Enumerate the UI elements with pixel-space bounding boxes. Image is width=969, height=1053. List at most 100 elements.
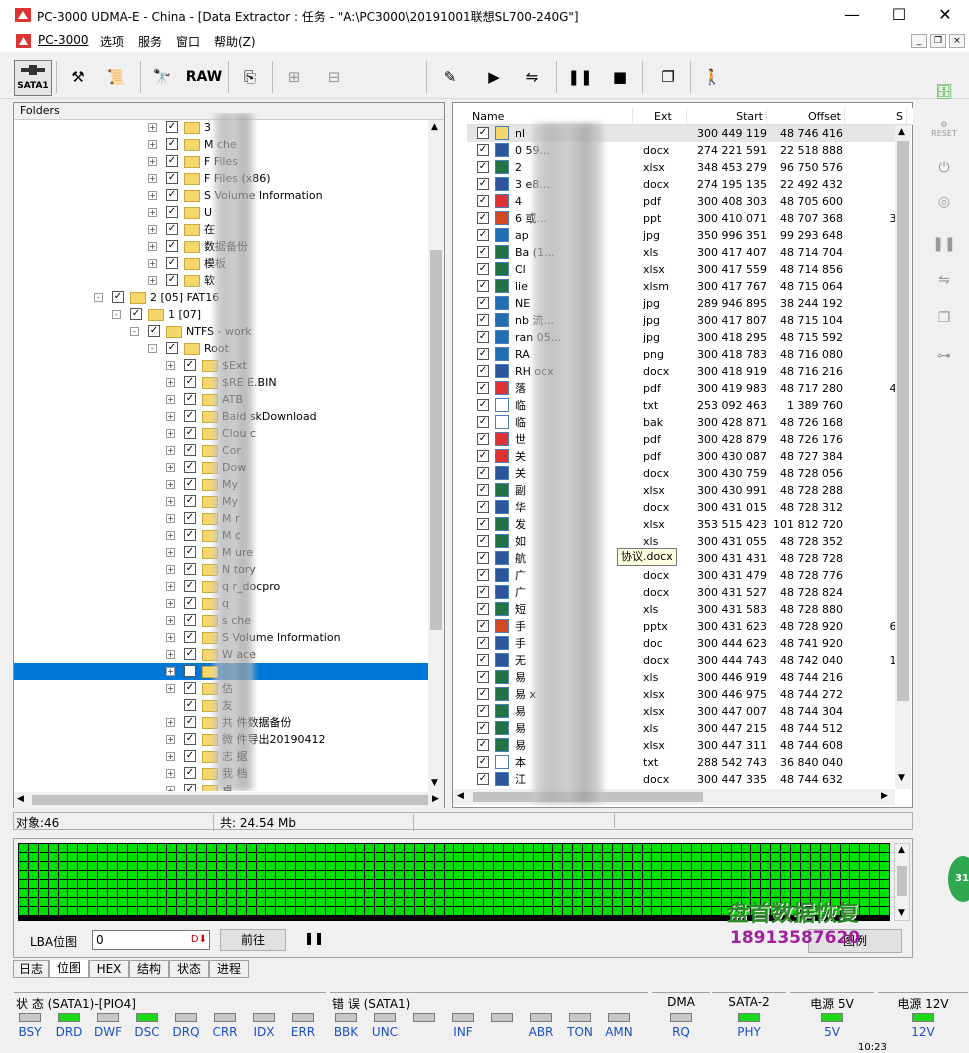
folder-checkbox[interactable]: ✓ (184, 597, 196, 609)
file-checkbox[interactable]: ✓ (477, 501, 489, 513)
pause-icon[interactable]: ❚❚ (304, 931, 324, 945)
pause-icon[interactable]: ❚❚ (926, 236, 962, 264)
file-row[interactable]: ✓航docx300 431 43148 728 728 (467, 550, 895, 567)
expand-icon[interactable]: + (148, 276, 157, 285)
file-checkbox[interactable]: ✓ (477, 280, 489, 292)
expand-icon[interactable]: + (166, 650, 175, 659)
file-checkbox[interactable]: ✓ (477, 195, 489, 207)
stop-icon[interactable]: ■ (604, 61, 636, 93)
expand-icon[interactable]: + (148, 225, 157, 234)
export-icon[interactable]: ⎘ (234, 61, 266, 93)
file-checkbox[interactable]: ✓ (477, 535, 489, 547)
file-row[interactable]: ✓ 江 docx 300 447 335 48 744 632 (467, 771, 895, 788)
scroll-right-icon[interactable]: ▶ (881, 791, 888, 801)
scroll-left-icon[interactable]: ◀ (457, 791, 464, 801)
tab-bitmap[interactable]: 位图 (49, 960, 89, 978)
folder-checkbox[interactable]: ✓ (184, 750, 196, 762)
file-row[interactable]: ✓ 临 txt 253 092 463 1 389 760 (467, 397, 895, 414)
pause-icon[interactable]: ❚❚ (564, 61, 596, 93)
file-row[interactable]: ✓Ba (1...xls300 417 40748 714 704 (467, 244, 895, 261)
folder-checkbox[interactable]: ✓ (166, 155, 178, 167)
route-icon[interactable]: ⇋ (926, 272, 962, 300)
bitmap-scroll-thumb[interactable] (897, 866, 907, 896)
folder-checkbox[interactable]: ✓ (184, 580, 196, 592)
file-checkbox[interactable]: ✓ (477, 433, 489, 445)
tree-horizontal-scrollbar[interactable]: ◀ ▶ (14, 792, 444, 808)
folder-checkbox[interactable]: ✓ (166, 257, 178, 269)
folder-checkbox[interactable]: ✓ (184, 376, 196, 388)
expand-icon[interactable]: + (166, 752, 175, 761)
folder-checkbox[interactable]: ✓ (148, 325, 160, 337)
scroll-up-icon[interactable]: ▲ (898, 845, 905, 855)
file-row[interactable]: ✓ 易 x xlsx 300 446 975 48 744 272 (467, 686, 895, 703)
expand-icon[interactable]: + (166, 412, 175, 421)
folder-checkbox[interactable]: ✓ (184, 648, 196, 660)
expand-icon[interactable]: + (166, 395, 175, 404)
folder-checkbox[interactable]: ✓ (166, 206, 178, 218)
file-row[interactable]: ✓4pdf300 408 30348 705 600S (467, 193, 895, 210)
file-row[interactable]: ✓ran 05...jpg300 418 29548 715 5922 (467, 329, 895, 346)
folder-checkbox[interactable]: ✓ (184, 393, 196, 405)
file-row[interactable]: ✓3 e8...docx274 195 13522 492 432 (467, 176, 895, 193)
expand-icon[interactable]: + (148, 242, 157, 251)
close-button[interactable]: ✕ (922, 4, 968, 26)
raw-button[interactable]: RAW (184, 61, 224, 93)
expand-icon[interactable]: + (166, 361, 175, 370)
folder-checkbox[interactable]: ✓ (184, 665, 196, 677)
menu-options[interactable]: 选项 (100, 33, 124, 50)
collapse-icon[interactable]: - (112, 310, 121, 319)
tree-vertical-scrollbar[interactable]: ▲ ▼ (428, 120, 444, 792)
file-horizontal-scrollbar[interactable]: ◀ ▶ (453, 789, 895, 805)
col-offset[interactable]: Offset (769, 108, 845, 125)
folder-checkbox[interactable]: ✓ (184, 478, 196, 490)
bitmap-scrollbar[interactable]: ▲ ▼ (894, 843, 910, 921)
file-checkbox[interactable]: ✓ (477, 127, 489, 139)
folder-checkbox[interactable]: ✓ (166, 121, 178, 133)
file-checkbox[interactable]: ✓ (477, 467, 489, 479)
file-row[interactable]: ✓ 广 docx 300 431 479 48 728 776 (467, 567, 895, 584)
expand-icon[interactable]: + (166, 497, 175, 506)
expand-icon[interactable]: + (166, 429, 175, 438)
mdi-restore-button[interactable]: ❐ (930, 34, 946, 48)
file-row[interactable]: ✓ 易 xlsx 300 447 311 48 744 608 (467, 737, 895, 754)
binoculars-icon[interactable]: 🔭 (146, 61, 178, 93)
file-checkbox[interactable]: ✓ (477, 518, 489, 530)
file-row[interactable]: ✓liexlsm300 417 76748 715 0641 (467, 278, 895, 295)
tree-scroll-thumb[interactable] (430, 250, 442, 630)
file-row[interactable]: ✓ 2 xlsx 348 453 279 96 750 576 (467, 159, 895, 176)
folder-checkbox[interactable]: ✓ (184, 716, 196, 728)
file-vertical-scrollbar[interactable]: ▲ ▼ (895, 125, 911, 789)
file-checkbox[interactable]: ✓ (477, 212, 489, 224)
file-row[interactable]: ✓关pdf300 430 08748 727 3843 (467, 448, 895, 465)
expand-icon[interactable]: + (166, 480, 175, 489)
file-row[interactable]: ✓ 短 xls 300 431 583 48 728 880 (467, 601, 895, 618)
file-row[interactable]: ✓如xls300 431 05548 728 3521 (467, 533, 895, 550)
folder-checkbox[interactable]: ✓ (184, 359, 196, 371)
menu-pc3000[interactable]: PC-3000 (38, 33, 88, 47)
file-checkbox[interactable]: ✓ (477, 654, 489, 666)
menu-window[interactable]: 窗口 (176, 33, 200, 50)
scroll-up-icon[interactable]: ▲ (431, 122, 438, 132)
expand-icon[interactable]: + (166, 667, 175, 676)
expand-icon[interactable]: + (148, 191, 157, 200)
dropdown-icon[interactable]: D⬇ (191, 931, 207, 949)
script-icon[interactable]: 📜 (100, 61, 132, 93)
scroll-down-icon[interactable]: ▼ (898, 773, 905, 783)
file-checkbox[interactable]: ✓ (477, 603, 489, 615)
go-button[interactable]: 前往 (220, 929, 286, 951)
route-icon[interactable]: ⇋ (516, 61, 548, 93)
file-checkbox[interactable]: ✓ (477, 705, 489, 717)
folder-checkbox[interactable]: ✓ (166, 189, 178, 201)
expand-icon[interactable]: + (166, 616, 175, 625)
col-s[interactable]: S (847, 108, 907, 125)
mdi-minimize-button[interactable]: _ (911, 34, 927, 48)
expand-icon[interactable]: + (166, 786, 175, 791)
file-row[interactable]: ✓ 手 doc 300 444 623 48 741 920 (467, 635, 895, 652)
exit-icon[interactable]: 🚶 (696, 61, 728, 93)
file-checkbox[interactable]: ✓ (477, 569, 489, 581)
file-row[interactable]: ✓ 易 xls 300 446 919 48 744 216 (467, 669, 895, 686)
file-checkbox[interactable]: ✓ (477, 416, 489, 428)
expand-icon[interactable]: + (166, 599, 175, 608)
folder-checkbox[interactable]: ✓ (166, 342, 178, 354)
file-checkbox[interactable]: ✓ (477, 348, 489, 360)
